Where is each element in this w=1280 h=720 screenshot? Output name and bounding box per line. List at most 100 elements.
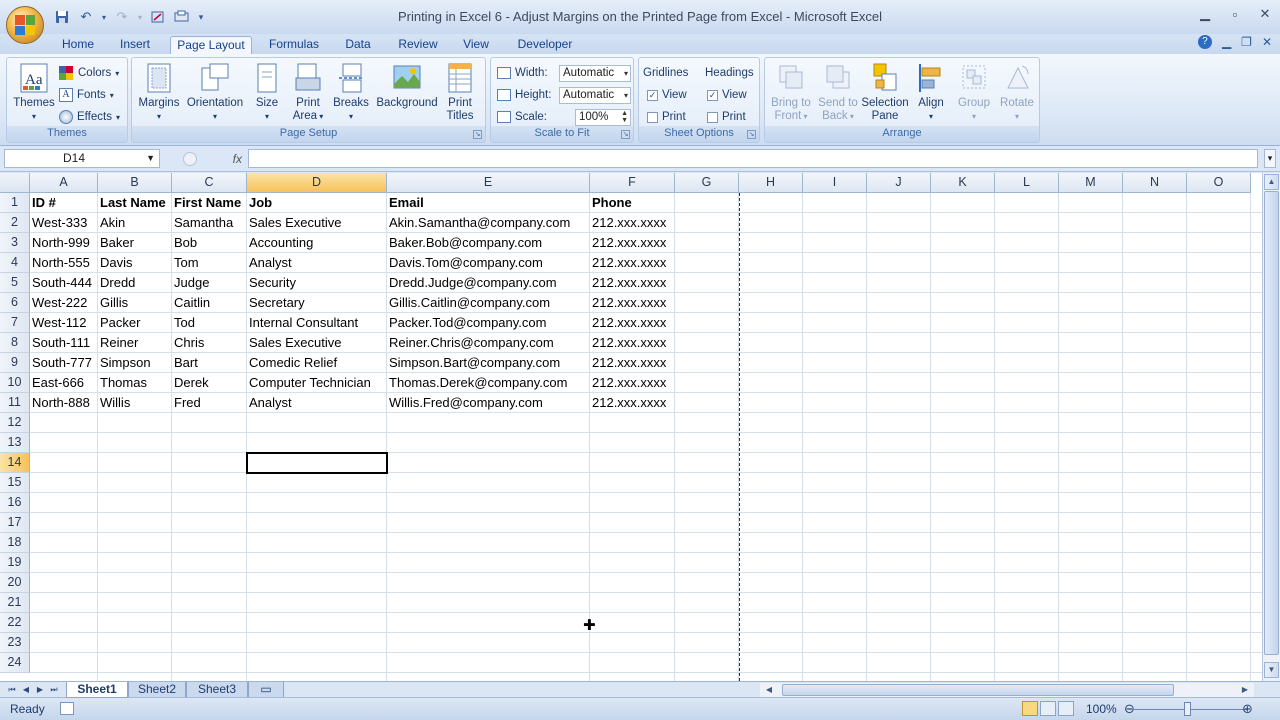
formula-input[interactable] <box>248 149 1258 168</box>
insert-function-button[interactable]: fx <box>164 149 248 168</box>
margins-button[interactable]: Margins ▾ <box>136 62 182 123</box>
effects-button[interactable]: Effects ▾ <box>59 108 120 126</box>
tab-insert[interactable]: Insert <box>113 36 157 55</box>
scroll-up-icon[interactable]: ▲ <box>1264 174 1279 190</box>
print-area-button[interactable]: Print Area ▾ <box>288 62 328 123</box>
header-cell[interactable]: Job <box>247 193 387 213</box>
fonts-button[interactable]: A Fonts ▾ <box>59 86 114 104</box>
row-header-17[interactable]: 17 <box>0 513 30 533</box>
tab-review[interactable]: Review <box>392 36 444 55</box>
table-cell[interactable]: North-999 <box>30 233 98 253</box>
table-cell[interactable]: 212.xxx.xxxx <box>590 333 675 353</box>
row-header-12[interactable]: 12 <box>0 413 30 433</box>
row-header-13[interactable]: 13 <box>0 433 30 453</box>
column-header-c[interactable]: C <box>172 173 247 193</box>
table-cell[interactable]: Baker <box>98 233 172 253</box>
table-cell[interactable]: 212.xxx.xxxx <box>590 213 675 233</box>
table-cell[interactable]: Dredd.Judge@company.com <box>387 273 590 293</box>
header-cell[interactable]: Phone <box>590 193 675 213</box>
row-header-15[interactable]: 15 <box>0 473 30 493</box>
table-cell[interactable]: North-888 <box>30 393 98 413</box>
header-cell[interactable]: ID # <box>30 193 98 213</box>
row-header-10[interactable]: 10 <box>0 373 30 393</box>
bring-to-front-button[interactable]: Bring to Front ▾ <box>767 62 815 123</box>
zoom-in-icon[interactable]: ⊕ <box>1242 701 1253 717</box>
table-cell[interactable]: West-333 <box>30 213 98 233</box>
workbook-minimize-icon[interactable]: ▁ <box>1222 35 1231 49</box>
scroll-left-icon[interactable]: ◀ <box>762 683 776 697</box>
table-cell[interactable]: Tod <box>172 313 247 333</box>
gridlines-print-checkbox[interactable]: Print <box>647 108 686 126</box>
column-header-e[interactable]: E <box>387 173 590 193</box>
page-setup-dialog-launcher-icon[interactable]: ↘ <box>473 130 482 139</box>
workbook-restore-icon[interactable]: ❐ <box>1241 35 1252 49</box>
tab-view[interactable]: View <box>456 36 496 55</box>
column-header-g[interactable]: G <box>675 173 739 193</box>
table-cell[interactable]: Willis <box>98 393 172 413</box>
tab-formulas[interactable]: Formulas <box>264 36 324 55</box>
tab-home[interactable]: Home <box>56 36 100 55</box>
row-header-22[interactable]: 22 <box>0 613 30 633</box>
table-cell[interactable]: Analyst <box>247 253 387 273</box>
vertical-scroll-thumb[interactable] <box>1264 191 1279 655</box>
table-cell[interactable]: 212.xxx.xxxx <box>590 293 675 313</box>
table-cell[interactable]: Thomas.Derek@company.com <box>387 373 590 393</box>
table-cell[interactable]: South-111 <box>30 333 98 353</box>
header-cell[interactable]: Last Name <box>98 193 172 213</box>
row-header-5[interactable]: 5 <box>0 273 30 293</box>
table-cell[interactable]: West-222 <box>30 293 98 313</box>
row-header-11[interactable]: 11 <box>0 393 30 413</box>
table-cell[interactable]: Simpson.Bart@company.com <box>387 353 590 373</box>
column-header-k[interactable]: K <box>931 173 995 193</box>
colors-button[interactable]: Colors ▾ <box>59 64 119 82</box>
row-header-20[interactable]: 20 <box>0 573 30 593</box>
size-button[interactable]: Size ▾ <box>250 62 284 123</box>
table-cell[interactable]: Davis.Tom@company.com <box>387 253 590 273</box>
worksheet-grid[interactable]: ABCDEFGHIJKLMNO 1 2 3 4 5 6 7 8 9 10 11 12 13 14 15 16 1… <box>0 173 1262 681</box>
row-header-23[interactable]: 23 <box>0 633 30 653</box>
row-header-24[interactable]: 24 <box>0 653 30 673</box>
align-button[interactable]: Align ▾ <box>911 62 951 123</box>
table-cell[interactable]: Akin <box>98 213 172 233</box>
table-cell[interactable]: North-555 <box>30 253 98 273</box>
table-cell[interactable]: Analyst <box>247 393 387 413</box>
table-cell[interactable]: Bart <box>172 353 247 373</box>
column-header-m[interactable]: M <box>1059 173 1123 193</box>
sheet-tab-sheet1[interactable]: Sheet1 <box>66 682 128 698</box>
horizontal-scrollbar[interactable]: ◀ ▶ <box>760 683 1254 697</box>
tab-data[interactable]: Data <box>338 36 378 55</box>
table-cell[interactable]: Dredd <box>98 273 172 293</box>
table-cell[interactable]: Reiner <box>98 333 172 353</box>
table-cell[interactable]: Secretary <box>247 293 387 313</box>
table-cell[interactable]: South-777 <box>30 353 98 373</box>
column-header-n[interactable]: N <box>1123 173 1187 193</box>
tab-page-layout[interactable]: Page Layout <box>170 36 252 55</box>
table-cell[interactable]: Comedic Relief <box>247 353 387 373</box>
table-cell[interactable]: Fred <box>172 393 247 413</box>
last-sheet-icon[interactable]: ⏭ <box>48 683 60 696</box>
column-header-i[interactable]: I <box>803 173 867 193</box>
column-header-d[interactable]: D <box>247 173 387 193</box>
table-cell[interactable]: Chris <box>172 333 247 353</box>
table-cell[interactable]: Caitlin <box>172 293 247 313</box>
zoom-slider-thumb[interactable] <box>1184 702 1191 716</box>
record-macro-icon[interactable] <box>60 702 74 715</box>
row-header-6[interactable]: 6 <box>0 293 30 313</box>
scale-spinner[interactable]: 100% ▲ ▼ <box>575 108 631 126</box>
width-select[interactable]: Automatic ▾ <box>559 64 631 82</box>
row-header-4[interactable]: 4 <box>0 253 30 273</box>
office-button[interactable] <box>6 6 44 44</box>
column-header-a[interactable]: A <box>30 173 98 193</box>
expand-formula-bar-icon[interactable]: ▾ <box>1264 149 1276 168</box>
header-cell[interactable]: Email <box>387 193 590 213</box>
next-sheet-icon[interactable]: ▶ <box>34 683 46 696</box>
table-cell[interactable]: 212.xxx.xxxx <box>590 373 675 393</box>
row-header-8[interactable]: 8 <box>0 333 30 353</box>
row-header-7[interactable]: 7 <box>0 313 30 333</box>
table-cell[interactable]: Reiner.Chris@company.com <box>387 333 590 353</box>
normal-view-icon[interactable] <box>1022 701 1038 716</box>
table-cell[interactable]: Derek <box>172 373 247 393</box>
headings-print-checkbox[interactable]: Print <box>707 108 746 126</box>
table-cell[interactable]: Internal Consultant <box>247 313 387 333</box>
row-header-2[interactable]: 2 <box>0 213 30 233</box>
